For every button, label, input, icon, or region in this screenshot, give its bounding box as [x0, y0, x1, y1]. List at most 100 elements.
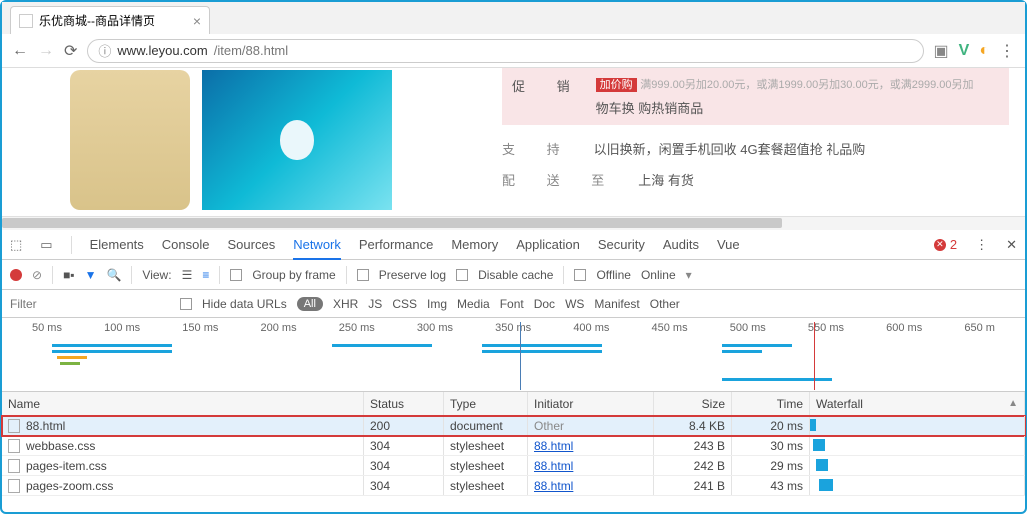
throttle-select[interactable]: Online — [641, 268, 676, 282]
filter-other[interactable]: Other — [650, 297, 680, 311]
group-checkbox[interactable] — [230, 269, 242, 281]
col-waterfall[interactable]: Waterfall▲ — [810, 392, 1025, 415]
capture-icon[interactable]: ■▪ — [63, 268, 75, 282]
vue-devtools-icon[interactable]: V — [959, 42, 970, 60]
group-label: Group by frame — [252, 268, 335, 282]
devtools-tab-audits[interactable]: Audits — [663, 237, 699, 252]
devtools-menu-icon[interactable]: ⋮ — [975, 237, 988, 253]
url-path: /item/88.html — [214, 43, 288, 58]
timeline-tick: 50 ms — [32, 322, 62, 334]
filter-img[interactable]: Img — [427, 297, 447, 311]
row-status: 304 — [364, 436, 444, 455]
col-size[interactable]: Size — [654, 392, 732, 415]
device-icon[interactable]: ▭ — [40, 237, 52, 253]
table-row[interactable]: pages-zoom.css304stylesheet88.html241 B4… — [2, 476, 1025, 496]
filter-js[interactable]: JS — [368, 297, 382, 311]
devtools-tab-network[interactable]: Network — [293, 237, 341, 252]
devtools-tab-performance[interactable]: Performance — [359, 237, 433, 252]
filter-font[interactable]: Font — [500, 297, 524, 311]
filter-doc[interactable]: Doc — [534, 297, 555, 311]
timeline-tick: 300 ms — [417, 322, 453, 334]
disable-cache-label: Disable cache — [478, 268, 553, 282]
record-icon[interactable] — [10, 269, 22, 281]
url-input[interactable]: ⓘ www.leyou.com/item/88.html — [87, 39, 923, 63]
product-thumb-ocean[interactable] — [202, 70, 392, 210]
chevron-down-icon[interactable]: ▾ — [686, 268, 692, 282]
offline-checkbox[interactable] — [574, 269, 586, 281]
row-time: 29 ms — [732, 456, 810, 475]
row-initiator: Other — [528, 416, 654, 435]
col-initiator[interactable]: Initiator — [528, 392, 654, 415]
ship-label: 配 送 至 — [502, 170, 618, 189]
timeline-tick: 350 ms — [495, 322, 531, 334]
filter-ws[interactable]: WS — [565, 297, 584, 311]
table-row[interactable]: 88.html200documentOther8.4 KB20 ms — [2, 416, 1025, 436]
devtools-tabs: ⬚ ▭ Elements Console Sources Network Perform… — [2, 230, 1025, 260]
row-time: 30 ms — [732, 436, 810, 455]
browser-tabstrip: 乐优商城--商品详情页 × — [2, 2, 1025, 34]
row-time: 20 ms — [732, 416, 810, 435]
filter-xhr[interactable]: XHR — [333, 297, 358, 311]
timeline-tick: 250 ms — [339, 322, 375, 334]
devtools-tab-application[interactable]: Application — [516, 237, 580, 252]
reload-icon[interactable]: ⟳ — [64, 41, 77, 61]
row-initiator[interactable]: 88.html — [528, 476, 654, 495]
browser-menu-icon[interactable]: ⋮ — [999, 41, 1015, 61]
filter-input[interactable] — [10, 297, 170, 311]
row-type: stylesheet — [444, 456, 528, 475]
row-type: document — [444, 416, 528, 435]
horizontal-scrollbar[interactable] — [2, 216, 1025, 230]
filter-css[interactable]: CSS — [392, 297, 417, 311]
hide-urls-checkbox[interactable] — [180, 298, 192, 310]
devtools-tab-security[interactable]: Security — [598, 237, 645, 252]
support-label: 支 持 — [502, 139, 574, 158]
table-row[interactable]: pages-item.css304stylesheet88.html242 B2… — [2, 456, 1025, 476]
promo-label: 促 销 — [512, 76, 584, 117]
disable-cache-checkbox[interactable] — [456, 269, 468, 281]
col-status[interactable]: Status — [364, 392, 444, 415]
filter-media[interactable]: Media — [457, 297, 490, 311]
timeline-tick: 400 ms — [573, 322, 609, 334]
row-initiator[interactable]: 88.html — [528, 456, 654, 475]
row-waterfall — [810, 456, 1025, 475]
col-name[interactable]: Name — [2, 392, 364, 415]
row-name: pages-zoom.css — [26, 479, 113, 493]
browser-tab[interactable]: 乐优商城--商品详情页 × — [10, 6, 210, 34]
filter-all[interactable]: All — [297, 297, 323, 311]
error-icon[interactable]: ✕ — [934, 239, 946, 251]
waterfall-view-icon[interactable]: ≡ — [202, 268, 209, 282]
col-time[interactable]: Time — [732, 392, 810, 415]
row-initiator[interactable]: 88.html — [528, 436, 654, 455]
grid-header: Name Status Type Initiator Size Time Wat… — [2, 392, 1025, 416]
forward-icon[interactable]: → — [38, 42, 54, 60]
hide-urls-label: Hide data URLs — [202, 297, 287, 311]
devtools-tab-console[interactable]: Console — [162, 237, 210, 252]
large-rows-icon[interactable]: ☰ — [182, 268, 193, 282]
promo-text: 满999.00另加20.00元，或满1999.00另加30.00元，或满2999… — [640, 79, 973, 91]
product-thumb-phone[interactable] — [70, 70, 190, 210]
devtools-tab-vue[interactable]: Vue — [717, 237, 740, 252]
col-type[interactable]: Type — [444, 392, 528, 415]
devtools-tab-sources[interactable]: Sources — [228, 237, 276, 252]
extension-icon[interactable]: ▣ — [934, 41, 949, 61]
tab-title: 乐优商城--商品详情页 — [39, 12, 155, 29]
elasticsearch-icon[interactable]: ◐ — [979, 42, 989, 60]
devtools-close-icon[interactable]: ✕ — [1006, 237, 1017, 253]
network-toolbar: ⊘ ■▪ ▼ 🔍 View: ☰ ≡ Group by frame Preser… — [2, 260, 1025, 290]
site-info-icon[interactable]: ⓘ — [98, 41, 111, 60]
clear-icon[interactable]: ⊘ — [32, 268, 42, 282]
preserve-checkbox[interactable] — [357, 269, 369, 281]
inspect-icon[interactable]: ⬚ — [10, 237, 22, 253]
row-waterfall — [810, 476, 1025, 495]
filter-icon[interactable]: ▼ — [85, 268, 97, 282]
table-row[interactable]: webbase.css304stylesheet88.html243 B30 m… — [2, 436, 1025, 456]
devtools-tab-memory[interactable]: Memory — [451, 237, 498, 252]
timeline-overview[interactable]: 50 ms100 ms150 ms200 ms250 ms300 ms350 m… — [2, 318, 1025, 392]
back-icon[interactable]: ← — [12, 42, 28, 60]
devtools-tab-elements[interactable]: Elements — [90, 237, 144, 252]
search-icon[interactable]: 🔍 — [106, 268, 121, 282]
sort-arrow-icon: ▲ — [1008, 398, 1018, 409]
filter-manifest[interactable]: Manifest — [594, 297, 639, 311]
close-tab-icon[interactable]: × — [193, 13, 201, 29]
row-size: 8.4 KB — [654, 416, 732, 435]
